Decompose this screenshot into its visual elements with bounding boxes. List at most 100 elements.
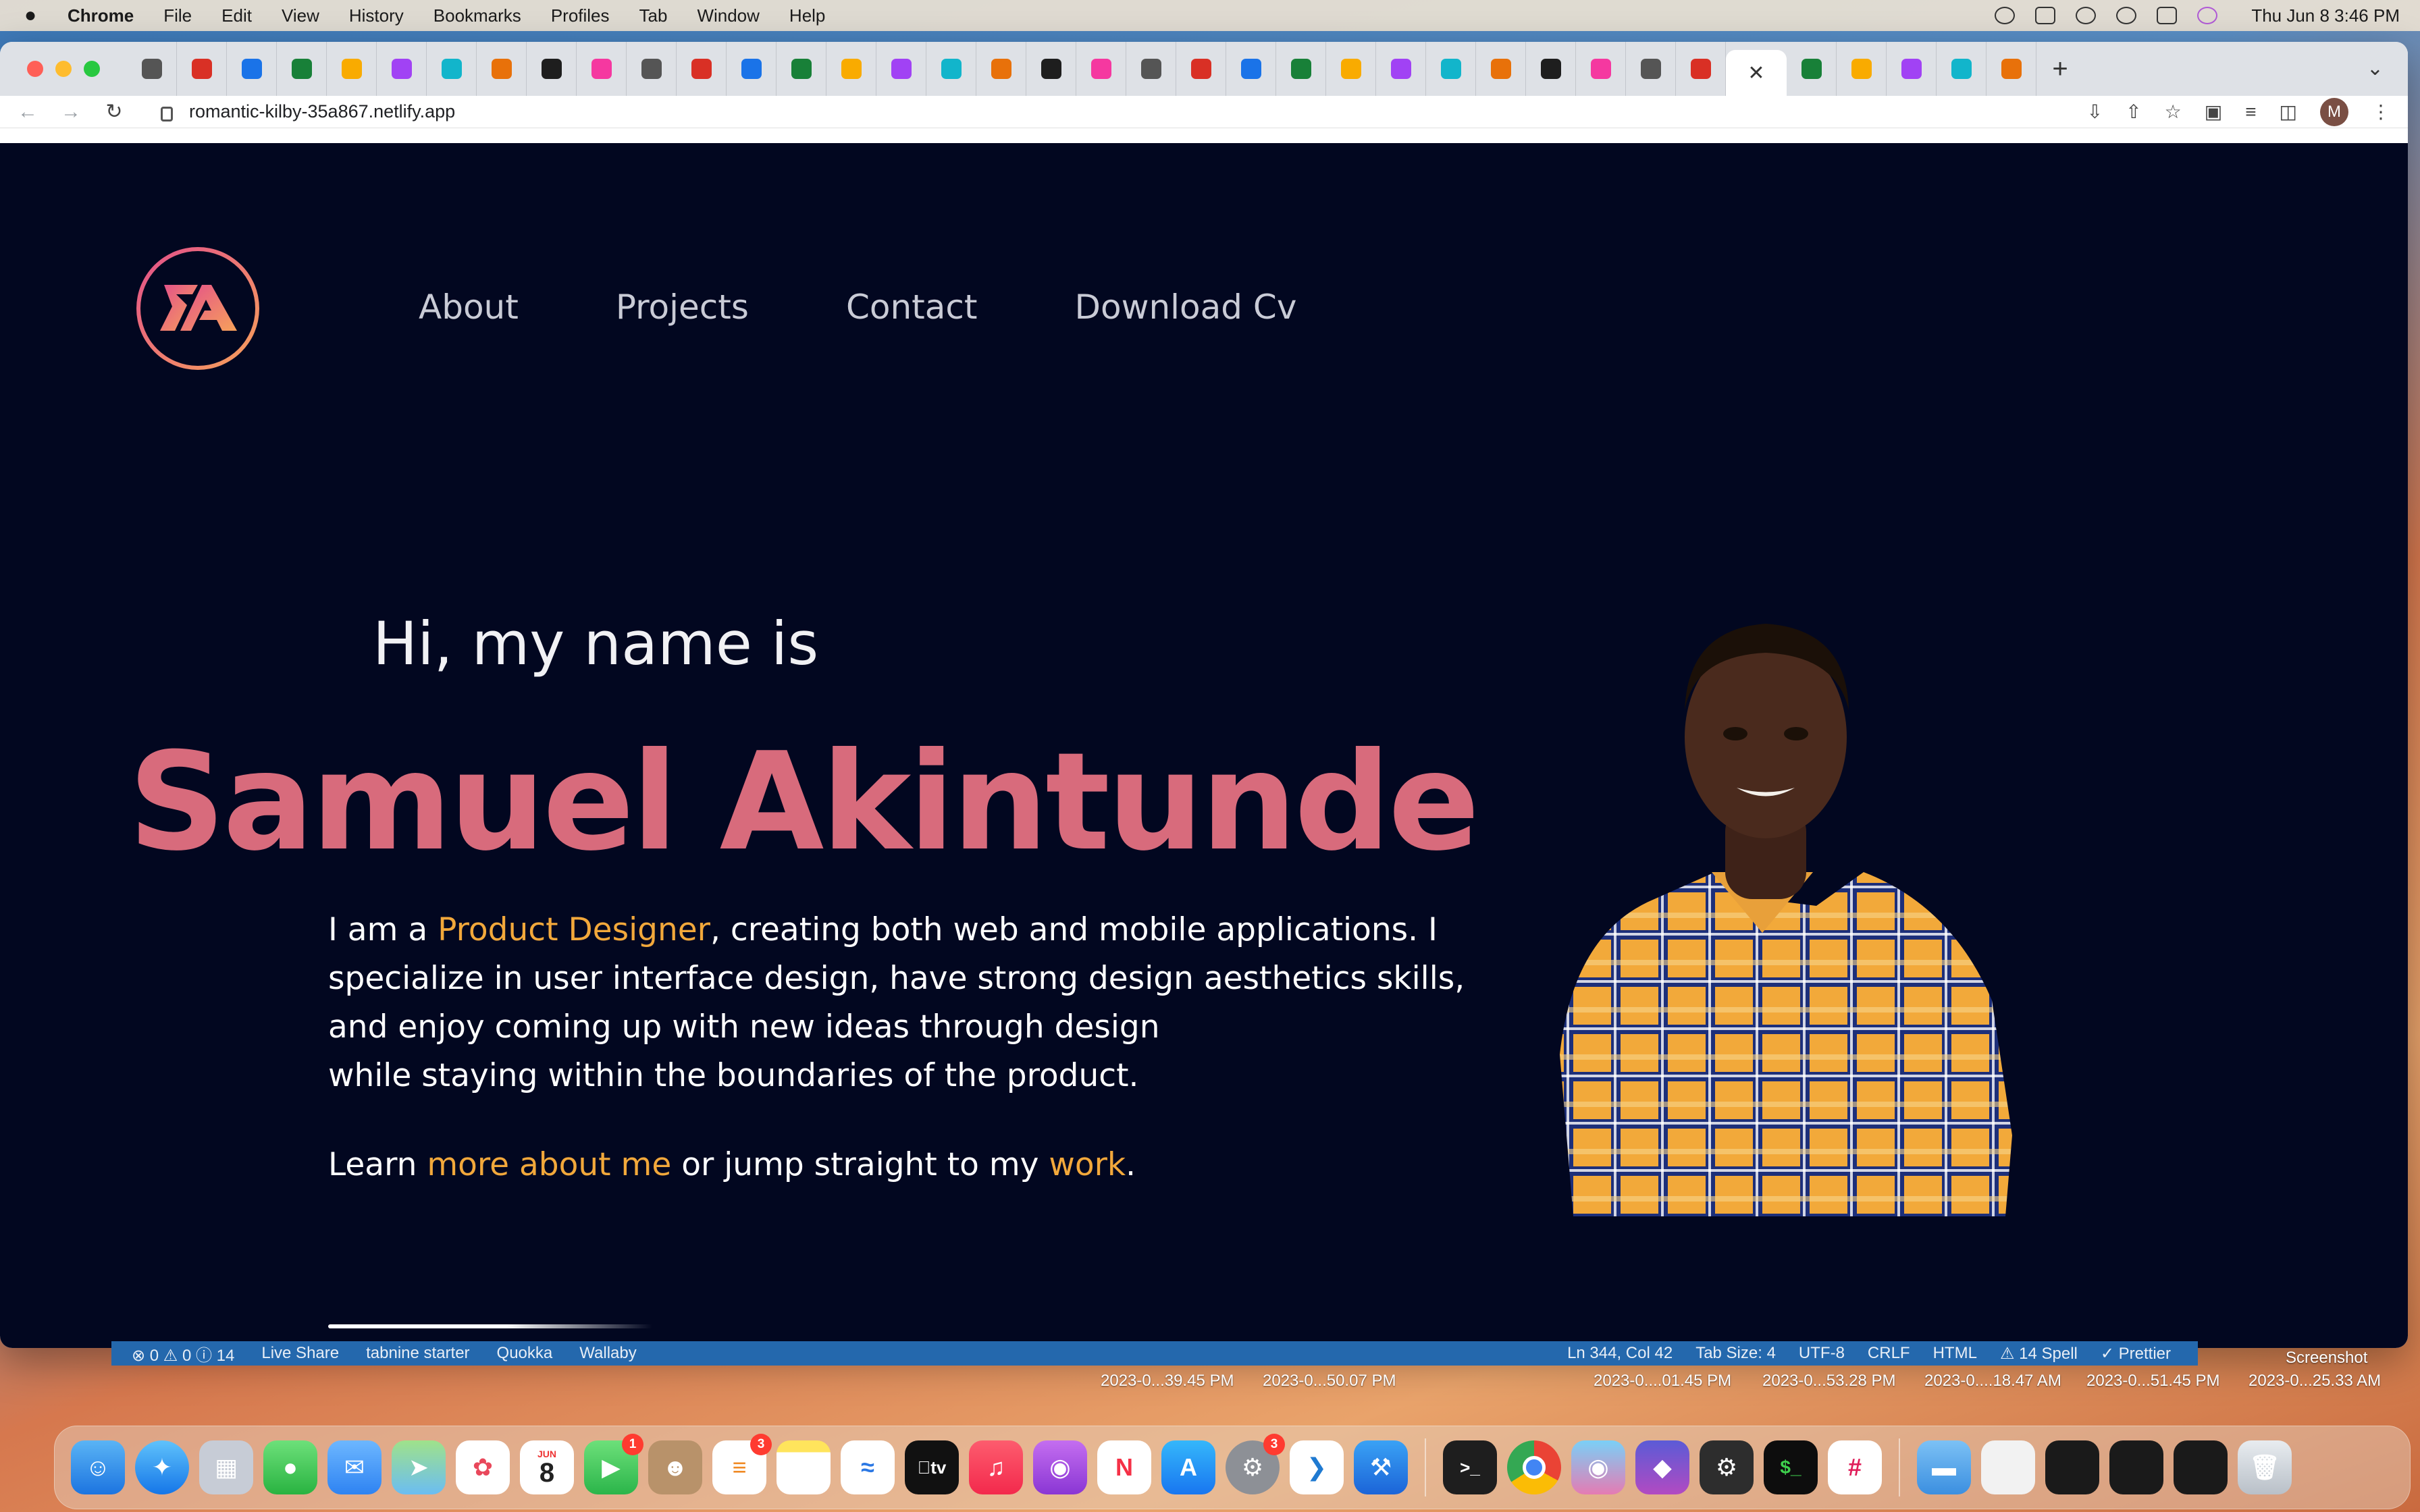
quokka-status[interactable]: Quokka	[497, 1344, 553, 1363]
safari-icon[interactable]: ✦	[135, 1440, 189, 1494]
menu-file[interactable]: File	[163, 5, 192, 26]
extensions-puzzle-icon[interactable]: ▣	[2205, 101, 2222, 123]
music-icon[interactable]: ♫	[969, 1440, 1023, 1494]
siri-icon[interactable]	[2197, 7, 2218, 24]
browser-tab[interactable]	[627, 42, 677, 96]
new-tab-button[interactable]: +	[2036, 54, 2084, 84]
tabnine-status[interactable]: tabnine starter	[366, 1344, 469, 1363]
reload-icon[interactable]: ↻	[104, 100, 124, 124]
xcode-simulator-icon[interactable]: ⚒	[1354, 1440, 1408, 1494]
browser-tab[interactable]	[1326, 42, 1376, 96]
nav-download-cv-link[interactable]: Download Cv	[1074, 288, 1296, 327]
lock-icon[interactable]	[161, 106, 173, 122]
color-picker-icon[interactable]: ◉	[1571, 1440, 1625, 1494]
menubar-clock[interactable]: Thu Jun 8 3:46 PM	[2251, 5, 2400, 26]
menu-view[interactable]: View	[282, 5, 319, 26]
browser-tab[interactable]	[976, 42, 1026, 96]
browser-tab[interactable]	[227, 42, 277, 96]
bookmark-star-icon[interactable]: ☆	[2165, 101, 2182, 123]
address-bar[interactable]: romantic-kilby-35a867.netlify.app	[147, 97, 469, 127]
mail-icon[interactable]: ✉	[327, 1440, 382, 1494]
menu-profiles[interactable]: Profiles	[551, 5, 610, 26]
browser-tab[interactable]	[1126, 42, 1176, 96]
recent-window-thumbnail[interactable]	[2174, 1440, 2228, 1494]
desktop-file-label[interactable]: 2023-0...39.45 PM	[1101, 1372, 1234, 1390]
url-text[interactable]: romantic-kilby-35a867.netlify.app	[189, 101, 455, 122]
chrome-icon[interactable]	[1507, 1440, 1561, 1494]
browser-tab[interactable]	[1626, 42, 1676, 96]
app-store-icon[interactable]: A	[1161, 1440, 1215, 1494]
eol-status[interactable]: CRLF	[1868, 1344, 1910, 1364]
browser-tab[interactable]	[177, 42, 227, 96]
menu-bookmarks[interactable]: Bookmarks	[433, 5, 521, 26]
menu-tab[interactable]: Tab	[639, 5, 668, 26]
facetime-icon[interactable]: ▶ 1	[584, 1434, 643, 1494]
install-app-icon[interactable]: ⇩	[2087, 101, 2103, 123]
browser-tab[interactable]	[527, 42, 577, 96]
browser-tab[interactable]	[1426, 42, 1476, 96]
browser-tab[interactable]	[1526, 42, 1576, 96]
downloads-folder-icon[interactable]: ▬	[1917, 1440, 1971, 1494]
cursor-position[interactable]: Ln 344, Col 42	[1567, 1344, 1673, 1364]
browser-tab[interactable]	[1937, 42, 1987, 96]
site-logo[interactable]	[136, 247, 259, 370]
browser-tab[interactable]	[826, 42, 876, 96]
spotlight-search-icon[interactable]	[2116, 7, 2137, 24]
nav-about-link[interactable]: About	[419, 288, 519, 327]
menu-edit[interactable]: Edit	[221, 5, 252, 26]
desktop-file-label[interactable]: 2023-0...50.07 PM	[1263, 1372, 1396, 1390]
browser-tab[interactable]	[1476, 42, 1526, 96]
vscode-icon[interactable]: ❯	[1290, 1440, 1344, 1494]
browser-tab[interactable]	[727, 42, 777, 96]
sequel-app-icon[interactable]: ⚙	[1700, 1440, 1754, 1494]
profile-avatar[interactable]: M	[2320, 97, 2348, 126]
side-panel-icon[interactable]: ◫	[2280, 101, 2297, 123]
chrome-menu-icon[interactable]: ⋮	[2371, 101, 2390, 123]
desktop-file-label[interactable]: 2023-0....01.45 PM	[1594, 1372, 1731, 1390]
browser-tab[interactable]	[876, 42, 926, 96]
slack-icon[interactable]: #	[1828, 1440, 1882, 1494]
browser-tab[interactable]	[1576, 42, 1626, 96]
browser-tab[interactable]	[377, 42, 427, 96]
menu-history[interactable]: History	[349, 5, 404, 26]
shortcuts-icon[interactable]: ◆	[1635, 1440, 1689, 1494]
trash-icon[interactable]: 🗑	[2238, 1440, 2292, 1494]
browser-tab[interactable]	[1026, 42, 1076, 96]
tab-active-portfolio[interactable]: ✕	[1726, 50, 1787, 96]
messages-icon[interactable]: ●	[263, 1440, 317, 1494]
work-link[interactable]: work	[1049, 1146, 1126, 1183]
launchpad-icon[interactable]: ▦	[199, 1440, 253, 1494]
desktop-file-label[interactable]: 2023-0...51.45 PM	[2086, 1372, 2219, 1390]
browser-tab[interactable]	[1676, 42, 1726, 96]
browser-tab[interactable]	[777, 42, 826, 96]
language-status[interactable]: HTML	[1933, 1344, 1977, 1364]
browser-tab[interactable]	[1276, 42, 1326, 96]
browser-tab[interactable]	[477, 42, 527, 96]
apple-tv-icon[interactable]: tv	[905, 1440, 959, 1494]
browser-tab[interactable]	[277, 42, 327, 96]
browser-tab[interactable]	[1837, 42, 1887, 96]
maps-icon[interactable]: ➤	[392, 1440, 446, 1494]
menu-window[interactable]: Window	[697, 5, 759, 26]
close-window-icon[interactable]	[27, 61, 43, 77]
photos-icon[interactable]: ✿	[456, 1440, 510, 1494]
recent-window-thumbnail[interactable]	[2109, 1440, 2163, 1494]
browser-tab[interactable]	[1076, 42, 1126, 96]
live-share-status[interactable]: Live Share	[261, 1344, 339, 1363]
minimize-window-icon[interactable]	[55, 61, 72, 77]
wallaby-status[interactable]: Wallaby	[579, 1344, 636, 1363]
menu-app-name[interactable]: Chrome	[68, 5, 134, 26]
link-status-icon[interactable]	[2076, 7, 2097, 24]
encoding-status[interactable]: UTF-8	[1799, 1344, 1845, 1364]
prettier-status[interactable]: ✓ Prettier	[2101, 1344, 2171, 1364]
iterm-icon[interactable]: $_	[1764, 1440, 1818, 1494]
browser-tab[interactable]	[327, 42, 377, 96]
browser-tab[interactable]	[926, 42, 976, 96]
reading-list-icon[interactable]: ≡	[2245, 101, 2256, 123]
browser-tab[interactable]	[677, 42, 727, 96]
podcasts-icon[interactable]: ◉	[1033, 1440, 1087, 1494]
control-center-icon[interactable]	[2157, 7, 2178, 24]
notes-icon[interactable]	[777, 1440, 831, 1494]
desktop-file-label[interactable]: 2023-0....18.47 AM	[1924, 1372, 2061, 1390]
browser-tab[interactable]	[577, 42, 627, 96]
